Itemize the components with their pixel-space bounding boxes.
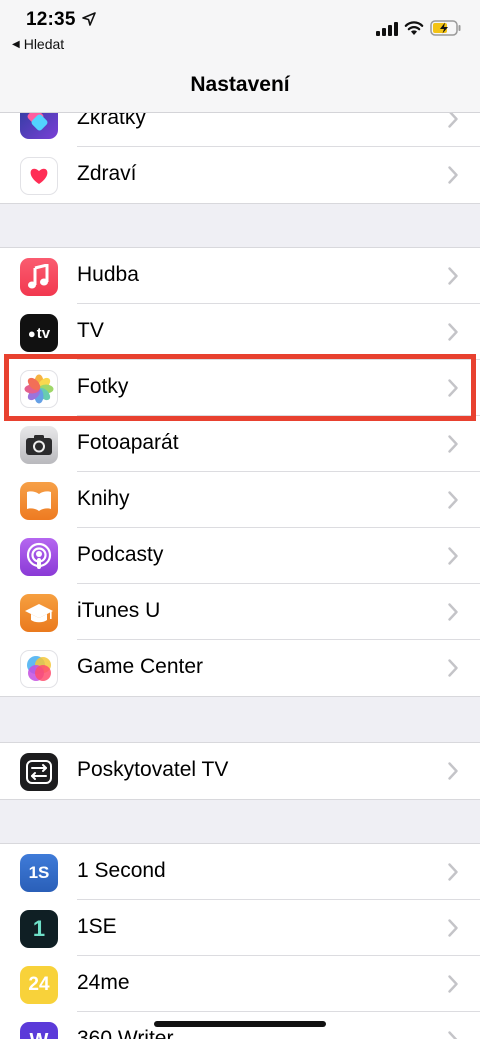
settings-row-game-center[interactable]: Game Center <box>0 640 480 696</box>
chevron-right-icon <box>448 547 458 565</box>
back-triangle-icon: ◀ <box>12 38 20 50</box>
game-center-icon <box>20 650 58 688</box>
status-time: 12:35 <box>26 9 76 30</box>
writer-app-icon: W <box>20 1022 58 1039</box>
settings-row-health[interactable]: Zdraví <box>0 147 480 203</box>
settings-row-label: 24me <box>77 971 130 994</box>
one-second-app-icon: 1S <box>20 854 58 892</box>
settings-row-label: Poskytovatel TV <box>77 758 229 781</box>
settings-row-label: iTunes U <box>77 599 161 622</box>
settings-row-1-second[interactable]: 1S 1 Second <box>0 844 480 900</box>
podcasts-icon <box>20 538 58 576</box>
photos-flower-icon <box>20 370 58 408</box>
chevron-right-icon <box>448 166 458 184</box>
settings-row-tv[interactable]: ● tv TV <box>0 304 480 360</box>
chevron-right-icon <box>448 323 458 341</box>
apple-tv-icon: ● tv <box>20 314 58 352</box>
settings-group-media: Hudba ● tv TV Fotky Fotoaparát Knihy Pod… <box>0 247 480 697</box>
chevron-right-icon <box>448 919 458 937</box>
chevron-right-icon <box>448 659 458 677</box>
onese-app-icon: 1 <box>20 910 58 948</box>
settings-row-24me[interactable]: 24 24me <box>0 956 480 1012</box>
location-arrow-icon <box>82 12 96 26</box>
chevron-right-icon <box>448 379 458 397</box>
chevron-right-icon <box>448 267 458 285</box>
wifi-icon <box>404 21 424 35</box>
home-indicator[interactable] <box>154 1021 326 1027</box>
settings-row-label: TV <box>77 319 104 342</box>
settings-row-music[interactable]: Hudba <box>0 248 480 304</box>
settings-row-label: Game Center <box>77 655 204 678</box>
music-note-icon <box>20 258 58 296</box>
settings-group-tv-provider: Poskytovatel TV <box>0 742 480 800</box>
twentyfour-me-app-icon: 24 <box>20 966 58 1004</box>
settings-row-label: 1 Second <box>77 859 166 882</box>
settings-row-books[interactable]: Knihy <box>0 472 480 528</box>
settings-row-label: Zdraví <box>77 162 137 185</box>
settings-row-label: Fotky <box>77 375 129 398</box>
settings-row-itunes-u[interactable]: iTunes U <box>0 584 480 640</box>
books-icon <box>20 482 58 520</box>
settings-row-label: 360 Writer <box>77 1027 174 1039</box>
settings-row-label: Knihy <box>77 487 130 510</box>
back-label: Hledat <box>23 36 65 52</box>
settings-row-label: 1SE <box>77 915 117 938</box>
navigation-bar: Nastavení <box>0 60 480 113</box>
back-to-search-link[interactable]: ◀ Hledat <box>12 36 64 52</box>
chevron-right-icon <box>448 603 458 621</box>
settings-row-label: Hudba <box>77 263 139 286</box>
tv-provider-icon <box>20 753 58 791</box>
settings-row-podcasts[interactable]: Podcasty <box>0 528 480 584</box>
status-bar: 12:35 ◀ Hledat <box>0 0 480 60</box>
settings-row-camera[interactable]: Fotoaparát <box>0 416 480 472</box>
settings-row-tv-provider[interactable]: Poskytovatel TV <box>0 743 480 799</box>
cellular-signal-icon <box>376 22 398 36</box>
page-title: Nastavení <box>190 73 290 96</box>
chevron-right-icon <box>448 1031 458 1039</box>
settings-row-label: Podcasty <box>77 543 164 566</box>
settings-row-label: Fotoaparát <box>77 431 179 454</box>
chevron-right-icon <box>448 762 458 780</box>
chevron-right-icon <box>448 435 458 453</box>
chevron-right-icon <box>448 491 458 509</box>
health-heart-icon <box>20 157 58 195</box>
battery-charging-icon <box>430 20 461 36</box>
settings-row-1se[interactable]: 1 1SE <box>0 900 480 956</box>
settings-row-photos[interactable]: Fotky <box>0 360 480 416</box>
camera-icon <box>20 426 58 464</box>
graduation-cap-icon <box>20 594 58 632</box>
chevron-right-icon <box>448 863 458 881</box>
chevron-right-icon <box>448 975 458 993</box>
settings-group-apps: 1S 1 Second 1 1SE 24 24me W 360 Writer <box>0 843 480 1039</box>
